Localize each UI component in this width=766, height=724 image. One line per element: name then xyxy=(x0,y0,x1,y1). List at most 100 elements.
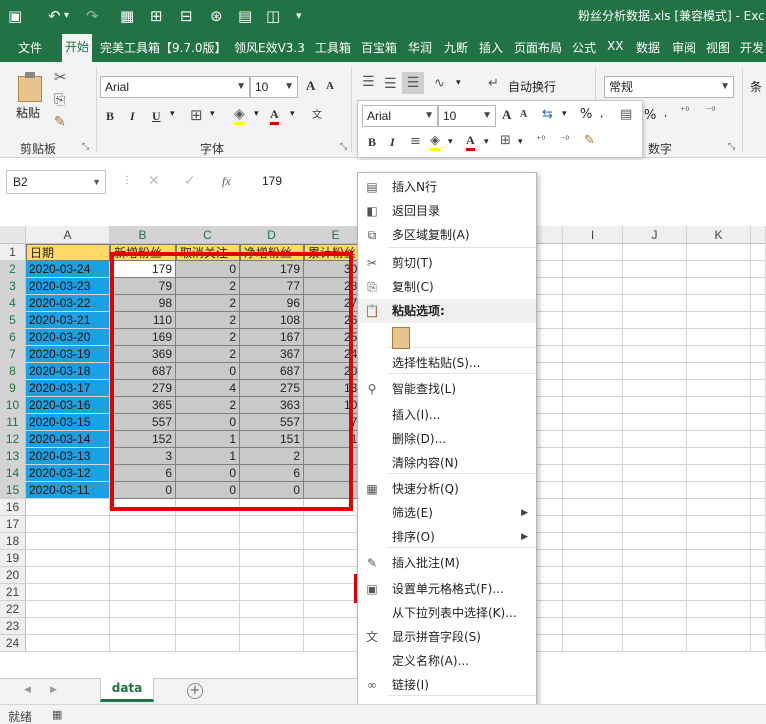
cell[interactable] xyxy=(563,601,623,618)
enter-icon[interactable]: ✓ xyxy=(184,173,196,189)
cell[interactable] xyxy=(687,635,751,652)
cell[interactable] xyxy=(751,380,766,397)
tab-perfect-toolbox[interactable]: 完美工具箱【9.7.0版】 xyxy=(100,39,227,56)
select-all-corner[interactable] xyxy=(0,226,26,244)
cell[interactable] xyxy=(623,618,687,635)
row-header[interactable]: 2 xyxy=(0,261,26,278)
cell[interactable] xyxy=(623,431,687,448)
cell[interactable] xyxy=(563,363,623,380)
cell[interactable] xyxy=(687,431,751,448)
date-cell[interactable]: 2020-03-11 xyxy=(26,482,110,499)
column-header[interactable] xyxy=(537,226,563,244)
quick-tool-3-icon[interactable]: ⊟ xyxy=(180,6,193,26)
macro-record-icon[interactable]: ▦ xyxy=(52,708,62,721)
mini-fill-dropdown-icon[interactable]: ▾ xyxy=(448,137,453,147)
sheet-tab-data[interactable]: data xyxy=(100,678,154,702)
cell[interactable] xyxy=(623,380,687,397)
tab-review[interactable]: 审阅 xyxy=(672,39,696,56)
cell[interactable] xyxy=(563,431,623,448)
tab-data[interactable]: 数据 xyxy=(636,39,660,56)
mini-font-color-dropdown-icon[interactable]: ▾ xyxy=(484,137,489,147)
tab-file[interactable]: 文件 xyxy=(18,39,42,56)
cell[interactable] xyxy=(563,380,623,397)
cell[interactable] xyxy=(687,295,751,312)
cell[interactable] xyxy=(623,397,687,414)
row-header[interactable]: 23 xyxy=(0,618,26,635)
row-header[interactable]: 9 xyxy=(0,380,26,397)
date-cell[interactable]: 2020-03-20 xyxy=(26,329,110,346)
cell[interactable] xyxy=(563,482,623,499)
cell[interactable] xyxy=(537,414,563,431)
cell[interactable] xyxy=(751,567,766,584)
column-header[interactable]: K xyxy=(687,226,751,244)
cell[interactable] xyxy=(26,584,110,601)
cell[interactable] xyxy=(176,550,240,567)
cell[interactable] xyxy=(537,278,563,295)
row-header[interactable]: 1 xyxy=(0,244,26,261)
cell[interactable] xyxy=(751,584,766,601)
italic-button[interactable]: I xyxy=(130,109,135,124)
cell[interactable] xyxy=(687,329,751,346)
tab-jiuduan[interactable]: 九断 xyxy=(444,39,468,56)
cell[interactable] xyxy=(623,533,687,550)
cell[interactable] xyxy=(537,601,563,618)
quick-tool-5-icon[interactable]: ▤ xyxy=(238,6,252,26)
save-icon[interactable]: ▣ xyxy=(8,6,22,26)
cell[interactable] xyxy=(176,635,240,652)
cell[interactable] xyxy=(751,346,766,363)
name-box[interactable]: B2 ▼ xyxy=(6,170,106,194)
paste-button[interactable] xyxy=(16,72,46,104)
quick-tool-2-icon[interactable]: ⊞ xyxy=(150,6,163,26)
redo-icon[interactable]: ↷ xyxy=(86,6,99,26)
cell[interactable] xyxy=(751,465,766,482)
cell[interactable] xyxy=(687,533,751,550)
cell[interactable] xyxy=(623,448,687,465)
cell[interactable] xyxy=(176,618,240,635)
cell[interactable] xyxy=(687,312,751,329)
menu-item[interactable]: ▣ 设置单元格格式(F)... xyxy=(358,577,536,601)
row-header[interactable]: 13 xyxy=(0,448,26,465)
date-cell[interactable]: 2020-03-21 xyxy=(26,312,110,329)
row-header[interactable]: 24 xyxy=(0,635,26,652)
cell[interactable] xyxy=(26,635,110,652)
tab-page-layout[interactable]: 页面布局 xyxy=(514,39,562,56)
row-header[interactable]: 6 xyxy=(0,329,26,346)
cell[interactable] xyxy=(240,550,304,567)
font-color-dropdown-icon[interactable]: ▾ xyxy=(290,109,295,119)
row-header[interactable]: 21 xyxy=(0,584,26,601)
cell[interactable] xyxy=(623,482,687,499)
cell[interactable] xyxy=(751,516,766,533)
font-color-icon[interactable]: A xyxy=(270,107,279,125)
cut-icon[interactable]: ✂ xyxy=(54,68,67,86)
mini-grow-font-icon[interactable]: A xyxy=(502,107,511,123)
cell[interactable] xyxy=(623,278,687,295)
cell[interactable] xyxy=(176,584,240,601)
cell[interactable] xyxy=(537,550,563,567)
cell[interactable] xyxy=(563,244,623,261)
align-middle-icon[interactable]: ☰ xyxy=(384,76,397,92)
tab-lingfeng[interactable]: 领风E效V3.3 xyxy=(234,39,305,56)
number-launcher-icon[interactable]: ⤡ xyxy=(728,142,735,152)
cell[interactable] xyxy=(751,261,766,278)
cell[interactable] xyxy=(563,516,623,533)
cell[interactable] xyxy=(623,635,687,652)
cell[interactable] xyxy=(623,295,687,312)
decrease-decimal-icon[interactable]: ⁻⁰ xyxy=(706,106,715,117)
mini-font-name-combo[interactable]: Arial ▼ xyxy=(362,105,438,127)
row-header[interactable]: 7 xyxy=(0,346,26,363)
cell[interactable] xyxy=(537,261,563,278)
conditional-format-label[interactable]: 条 xyxy=(750,78,762,95)
row-header[interactable]: 19 xyxy=(0,550,26,567)
cancel-icon[interactable]: ✕ xyxy=(148,173,160,189)
wrap-text-label[interactable]: 自动换行 xyxy=(508,78,556,95)
cell[interactable] xyxy=(687,414,751,431)
column-header[interactable]: I xyxy=(563,226,623,244)
tab-developer[interactable]: 开发 xyxy=(740,39,764,56)
undo-dropdown-icon[interactable]: ▾ xyxy=(64,6,69,26)
orientation-icon[interactable]: ∿ xyxy=(434,76,445,91)
cell[interactable] xyxy=(751,363,766,380)
cell[interactable] xyxy=(623,499,687,516)
cell[interactable] xyxy=(687,601,751,618)
percent-icon[interactable]: % xyxy=(644,108,656,123)
row-header[interactable]: 20 xyxy=(0,567,26,584)
